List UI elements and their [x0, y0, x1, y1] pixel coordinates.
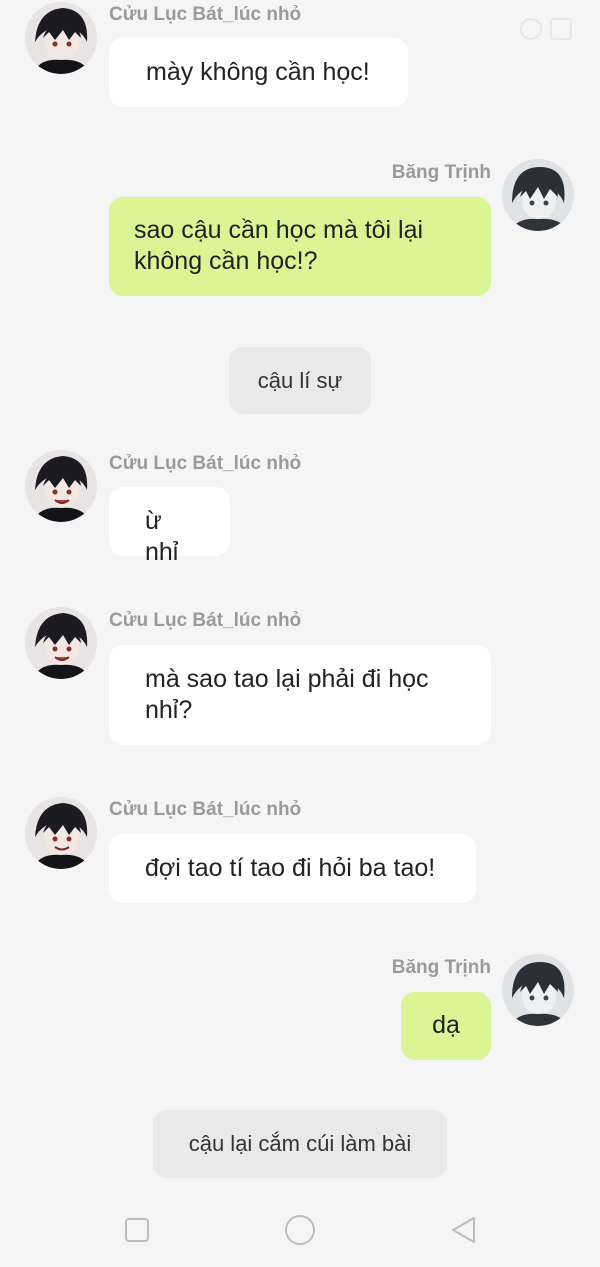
avatar-left-image: [25, 450, 97, 522]
narration-bubble: cậu lại cắm cúi làm bài: [153, 1110, 447, 1178]
status-icons: [520, 18, 572, 40]
avatar-left-image: [25, 797, 97, 869]
narration-bubble: cậu lí sự: [229, 347, 371, 414]
eye-icon: [520, 18, 542, 40]
list-icon: [550, 18, 572, 40]
circle-icon: [285, 1215, 315, 1245]
avatar-right: [502, 954, 574, 1026]
sender-name: Băng Trịnh: [391, 957, 491, 978]
message-bubble: ừ nhỉ: [109, 487, 230, 566]
back-triangle-icon: [452, 1217, 475, 1243]
message-bubble: mà sao tao lại phải đi học nhỉ?: [109, 645, 491, 745]
sender-name: Cửu Lục Bát_lúc nhỏ: [109, 799, 302, 820]
avatar-left-image: [25, 2, 97, 74]
sender-name: Băng Trịnh: [391, 162, 491, 183]
avatar-left: [25, 607, 97, 679]
sender-name: Cửu Lục Bát_lúc nhỏ: [109, 453, 302, 474]
avatar-right: [502, 159, 574, 231]
message-bubble: đợi tao tí tao đi hỏi ba tao!: [109, 834, 476, 903]
back-button[interactable]: [443, 1210, 483, 1250]
home-button[interactable]: [280, 1210, 320, 1250]
avatar-right-image: [502, 159, 574, 231]
message-bubble: dạ: [401, 992, 491, 1060]
avatar-left-image: [25, 607, 97, 679]
recent-apps-button[interactable]: [117, 1210, 157, 1250]
avatar-left: [25, 2, 97, 74]
avatar-right-image: [502, 954, 574, 1026]
message-bubble: mày không cần học!: [109, 38, 408, 107]
message-bubble: sao cậu cần học mà tôi lại không cần học…: [109, 197, 491, 296]
sender-name: Cửu Lục Bát_lúc nhỏ: [109, 610, 302, 631]
square-icon: [125, 1218, 149, 1242]
avatar-left: [25, 450, 97, 522]
avatar-left: [25, 797, 97, 869]
sender-name: Cửu Lục Bát_lúc nhỏ: [109, 4, 302, 25]
navigation-bar: [0, 1200, 600, 1260]
